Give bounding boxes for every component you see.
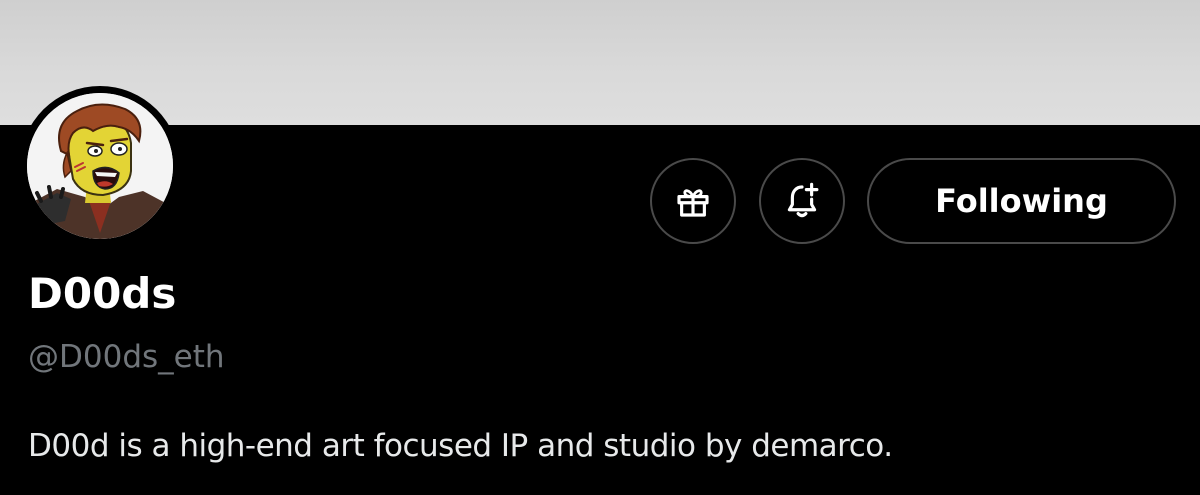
user-handle: @D00ds_eth (28, 339, 225, 375)
avatar-image (27, 93, 173, 239)
following-button[interactable]: Following (867, 158, 1176, 244)
avatar[interactable] (27, 93, 173, 239)
profile-page: Following D00ds @D00ds_eth D00d is a hig… (0, 0, 1200, 495)
profile-bio: D00d is a high-end art focused IP and st… (28, 428, 893, 464)
profile-banner[interactable] (0, 0, 1200, 125)
gift-icon (677, 189, 709, 217)
display-name: D00ds (28, 269, 177, 318)
notifications-button[interactable] (759, 158, 845, 244)
bell-plus-icon (787, 182, 819, 218)
gift-button[interactable] (650, 158, 736, 244)
